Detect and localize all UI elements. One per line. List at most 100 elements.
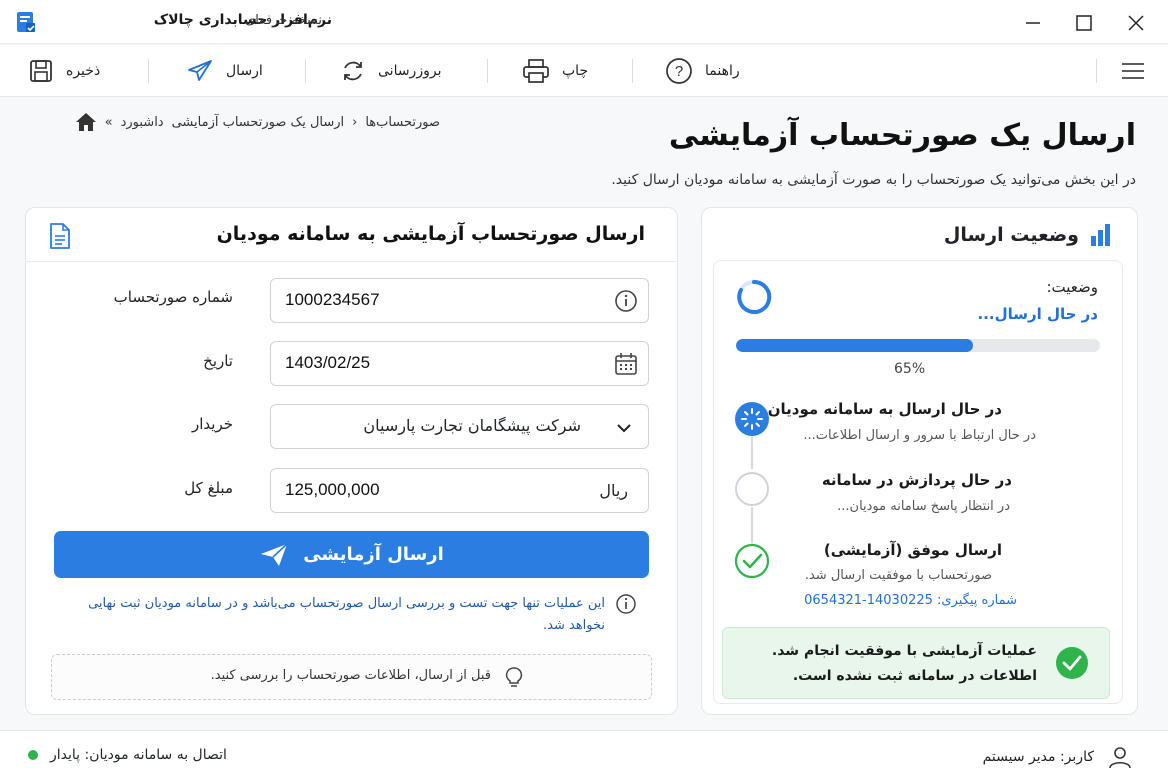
save-icon — [30, 60, 52, 82]
status-label: وضعیت: — [1046, 278, 1098, 296]
print-button[interactable]: چاپ — [522, 45, 588, 97]
info-icon[interactable] — [614, 289, 638, 313]
send-toolbar-button[interactable]: ارسال — [186, 45, 263, 97]
send-status-card: وضعیت ارسال وضعیت: در حال ارسال... 65% د… — [701, 207, 1138, 715]
maximize-icon — [1076, 15, 1092, 31]
toolbar-divider — [305, 59, 306, 83]
svg-text:?: ? — [675, 63, 683, 80]
home-icon[interactable] — [75, 112, 97, 132]
bar-chart-icon — [1091, 224, 1110, 246]
menu-button[interactable] — [1120, 45, 1146, 97]
status-bar: اتصال به سامانه مودیان: پایدار کاربر: مد… — [0, 730, 1168, 784]
printer-icon — [523, 59, 549, 83]
buyer-value: شرکت پیشگامان تجارت پارسیان — [363, 416, 581, 435]
breadcrumb-item-invoices[interactable]: صورتحساب‌ها — [365, 115, 440, 130]
step-2-title: در حال پردازش در سامانه — [821, 471, 1012, 489]
progress-fill — [736, 339, 973, 352]
invoice-number-field[interactable]: 1000234567 — [270, 278, 649, 323]
invoice-number-label: شماره صورتحساب — [113, 288, 233, 306]
status-value: در حال ارسال... — [977, 305, 1098, 323]
step-1-desc: در حال ارتباط با سرور و ارسال اطلاعات... — [803, 428, 1036, 443]
connection-status: اتصال به سامانه مودیان: پایدار — [28, 747, 227, 763]
success-check-icon — [1056, 647, 1088, 679]
step-connector — [751, 507, 753, 543]
toolbar-divider — [487, 59, 488, 83]
update-button[interactable]: بروزرسانی — [340, 45, 441, 97]
app-logo-icon — [17, 12, 35, 32]
info-icon — [616, 594, 636, 614]
help-button[interactable]: راهنما ? — [665, 45, 740, 97]
date-label: تاریخ — [203, 352, 233, 370]
step-2-desc: در انتظار پاسخ سامانه مودیان... — [837, 499, 1010, 514]
close-icon — [1128, 15, 1144, 31]
breadcrumb-separator: ‹ — [352, 114, 358, 130]
connection-text: اتصال به سامانه مودیان: پایدار — [50, 747, 227, 763]
progress-percent: 65% — [894, 361, 926, 377]
check-circle-icon — [734, 543, 770, 579]
paper-plane-icon — [261, 542, 288, 566]
document-icon — [50, 223, 70, 249]
help-label: راهنما — [705, 63, 740, 79]
lightbulb-icon — [505, 667, 523, 687]
print-label: چاپ — [562, 63, 589, 79]
status-panel: وضعیت: در حال ارسال... 65% در حال ارسال … — [713, 260, 1123, 704]
toolbar: ذخیره ارسال بروزرسانی چاپ راهنما ? — [0, 45, 1168, 97]
amount-unit: ریال — [599, 481, 628, 500]
current-user[interactable]: کاربر: مدیر سیستم — [983, 745, 1132, 769]
minimize-button[interactable] — [1020, 10, 1046, 36]
tip-box: قبل از ارسال، اطلاعات صورتحساب را بررسی … — [51, 654, 652, 700]
calendar-icon[interactable] — [614, 352, 638, 376]
update-label: بروزرسانی — [378, 63, 442, 79]
success-message: عملیات آزمایشی با موفقیت انجام شد. اطلاع… — [722, 627, 1110, 699]
amount-label: مبلغ کل — [184, 479, 233, 497]
date-value: 1403/02/25 — [285, 353, 371, 372]
send-test-label: ارسال آزمایشی — [303, 544, 444, 565]
user-text: کاربر: مدیر سیستم — [982, 749, 1094, 765]
breadcrumb-item-current: ارسال یک صورتحساب آزمایشی — [171, 114, 345, 130]
user-icon — [1109, 747, 1131, 769]
breadcrumb: صورتحساب‌ها ‹ ارسال یک صورتحساب آزمایشی … — [75, 112, 440, 132]
date-field[interactable]: 1403/02/25 — [270, 341, 649, 386]
toolbar-divider — [148, 59, 149, 83]
buyer-label: خریدار — [191, 415, 233, 433]
page-title: ارسال یک صورتحساب آزمایشی — [668, 118, 1136, 153]
toolbar-divider — [1096, 59, 1097, 83]
success-text: عملیات آزمایشی با موفقیت انجام شد. اطلاع… — [772, 639, 1037, 689]
amount-value: 125,000,000 — [285, 480, 380, 499]
refresh-icon — [344, 61, 362, 81]
title-bar: نرم‌افزار حسابداری چالاک نسخه حرفه‌ای — [0, 0, 1168, 44]
chevron-down-icon[interactable] — [615, 419, 633, 437]
send-label: ارسال — [226, 63, 263, 79]
success-line-1: عملیات آزمایشی با موفقیت انجام شد. — [771, 643, 1037, 659]
hamburger-menu-icon — [1122, 63, 1144, 79]
form-card-header: ارسال صورتحساب آزمایشی به سامانه مودیان — [26, 208, 677, 262]
amount-field[interactable]: 125,000,000 ریال — [270, 468, 649, 513]
help-icon: ? — [666, 58, 692, 84]
sending-step-icon — [735, 402, 769, 436]
save-label: ذخیره — [66, 63, 101, 79]
maximize-button[interactable] — [1071, 10, 1097, 36]
page-subtitle: در این بخش می‌توانید یک صورتحساب را به ص… — [611, 172, 1136, 188]
save-button[interactable]: ذخیره — [28, 45, 100, 97]
invoice-form-card: ارسال صورتحساب آزمایشی به سامانه مودیان … — [25, 207, 678, 715]
step-3-desc: صورتحساب با موفقیت ارسال شد. — [804, 568, 992, 583]
breadcrumb-item-dashboard[interactable]: داشبورد — [121, 115, 164, 130]
step-1-title: در حال ارسال به سامانه مودیان — [767, 400, 1002, 418]
step-3-title: ارسال موفق (آزمایشی) — [823, 541, 1002, 559]
send-test-button[interactable]: ارسال آزمایشی — [54, 531, 649, 578]
connection-dot-icon — [28, 750, 38, 760]
step-connector — [751, 437, 753, 469]
close-button[interactable] — [1123, 10, 1149, 36]
toolbar-divider — [632, 59, 633, 83]
tracking-number[interactable]: شماره پیگیری: 14030225-0654321 — [804, 593, 1017, 608]
minimize-icon — [1026, 22, 1040, 24]
form-card-title: ارسال صورتحساب آزمایشی به سامانه مودیان — [216, 223, 645, 245]
breadcrumb-separator: » — [104, 114, 113, 130]
invoice-number-value: 1000234567 — [285, 290, 380, 309]
status-card-title: وضعیت ارسال — [943, 224, 1079, 246]
app-edition: نسخه حرفه‌ای — [245, 13, 322, 28]
success-line-2: اطلاعات در سامانه ثبت نشده است. — [792, 668, 1037, 684]
buyer-select[interactable]: شرکت پیشگامان تجارت پارسیان — [270, 404, 649, 449]
progress-bar — [736, 339, 1100, 352]
send-icon — [188, 60, 212, 81]
